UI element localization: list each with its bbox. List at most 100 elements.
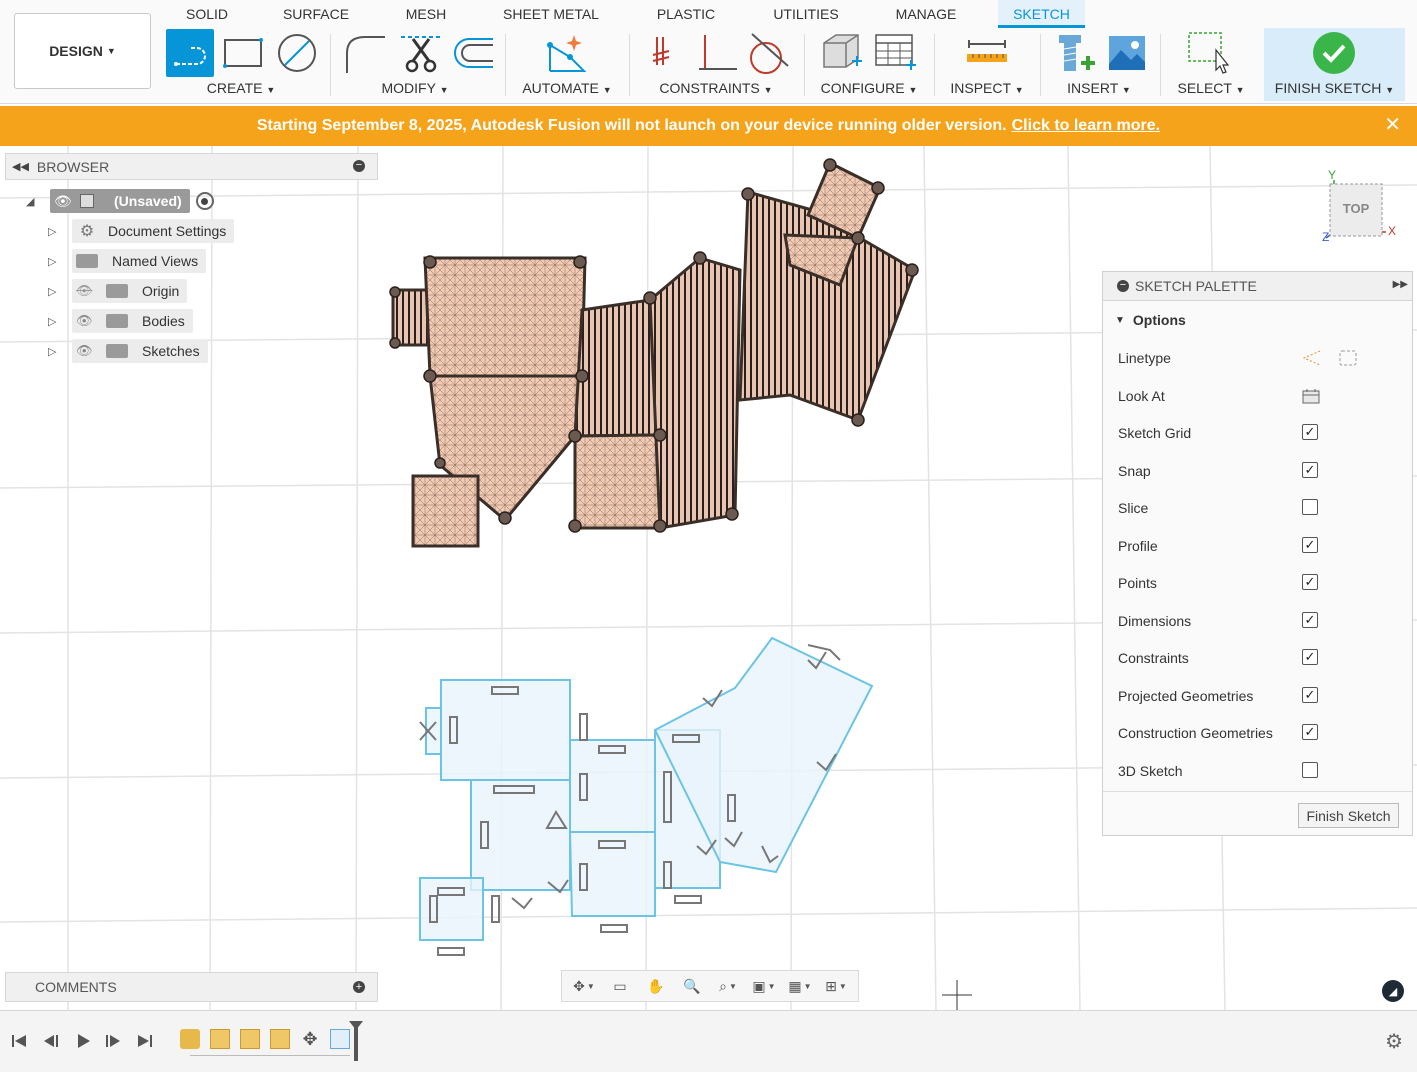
expand-triangle-icon[interactable]: ▷ [48,225,62,239]
construction-linetype-icon[interactable] [1302,349,1322,367]
go-to-start-icon[interactable] [8,1031,30,1051]
viewports-icon[interactable]: ⊞ ▼ [821,974,851,998]
minimize-icon[interactable]: − [1117,280,1129,292]
browser-item-origin[interactable]: 👁 Origin [72,278,188,304]
tab-solid[interactable]: SOLID [175,0,239,28]
constraints-menu[interactable]: CONSTRAINTS ▼ [640,80,792,96]
timeline-feature-icon[interactable] [240,1029,260,1049]
workspace-switcher[interactable]: DESIGN ▼ [14,13,151,89]
gear-icon[interactable]: ⚙ [1385,1029,1403,1054]
construction-geometries-checkbox[interactable]: ✓ [1302,724,1318,740]
tab-surface[interactable]: SURFACE [276,0,356,28]
3d-sketch-checkbox[interactable] [1302,762,1318,778]
browser-title: BROWSER [36,158,110,175]
fillet-tool-button[interactable] [342,30,388,76]
line-tool-button[interactable] [166,29,214,77]
look-at-icon[interactable] [1302,388,1320,404]
points-checkbox[interactable]: ✓ [1302,574,1318,590]
insert-mcmaster-button[interactable] [1052,30,1098,76]
play-icon[interactable] [72,1031,94,1051]
grid-settings-icon[interactable]: ▦ ▼ [785,974,815,998]
perpendicular-tool-button[interactable] [694,30,740,76]
insert-canvas-button[interactable] [1104,30,1150,76]
expand-triangle-icon[interactable]: ▷ [48,345,62,359]
expand-triangle-icon[interactable]: ▷ [48,285,62,299]
configure-tool-button[interactable] [818,30,864,76]
select-tool-button[interactable] [1186,30,1232,76]
snap-checkbox[interactable]: ✓ [1302,462,1318,478]
projected-geometries-checkbox[interactable]: ✓ [1302,687,1318,703]
go-to-end-icon[interactable] [134,1031,156,1051]
coincident-tool-button[interactable] [640,30,686,76]
activate-radio-icon[interactable] [195,192,214,210]
modify-menu[interactable]: MODIFY ▼ [342,80,488,96]
timeline-feature-icon[interactable] [210,1029,230,1049]
view-cube-face-label[interactable]: TOP [1330,201,1382,216]
constraints-checkbox[interactable]: ✓ [1302,649,1318,665]
browser-item-document-settings[interactable]: ⚙ Document Settings [72,218,235,244]
options-section-header[interactable]: ▼ Options [1115,312,1186,328]
select-menu[interactable]: SELECT ▼ [1170,80,1252,96]
rectangle-tool-button[interactable] [220,30,266,76]
collapse-browser-icon[interactable]: ◀◀ [12,160,29,173]
automate-tool-button[interactable] [544,30,590,76]
sketch-grid-checkbox[interactable]: ✓ [1302,424,1318,440]
move-feature-icon[interactable]: ✥ [300,1029,320,1049]
orbit-icon[interactable]: ✥ ▼ [569,974,599,998]
fit-icon[interactable]: ⌕ ▼ [713,974,743,998]
look-at-icon[interactable]: ▭ [605,974,635,998]
browser-item-named-views[interactable]: Named Views [72,248,207,274]
tab-utilities[interactable]: UTILITIES [766,0,846,28]
browser-item-bodies[interactable]: 👁 Bodies [72,308,193,334]
offset-tool-button[interactable] [450,30,496,76]
step-forward-icon[interactable] [102,1031,124,1051]
sketch-feature-icon[interactable] [330,1029,350,1049]
expand-panel-icon[interactable]: ▶▶ [1393,279,1408,290]
view-cube[interactable]: TOP Y X Z [1320,168,1400,248]
eye-icon[interactable]: 👁 [54,193,74,210]
add-comment-icon[interactable]: + [353,981,365,993]
slice-checkbox[interactable] [1302,499,1318,515]
close-icon[interactable]: ✕ [1384,114,1401,136]
zoom-icon[interactable]: 🔍 [677,974,707,998]
measure-tool-button[interactable] [964,30,1010,76]
timeline-feature-icon[interactable] [270,1029,290,1049]
assistant-icon[interactable]: ◢ [1382,980,1404,1002]
circle-tool-button[interactable] [274,30,320,76]
insert-menu[interactable]: INSERT ▼ [1052,80,1146,96]
pan-icon[interactable]: ✋ [641,974,671,998]
step-back-icon[interactable] [40,1031,62,1051]
profile-checkbox[interactable]: ✓ [1302,537,1318,553]
banner-learn-more-link[interactable]: Click to learn more. [1012,117,1161,135]
browser-root-item[interactable]: 👁 (Unsaved) [50,188,214,214]
eye-icon[interactable]: 👁 [76,343,98,359]
hidden-eye-icon[interactable]: 👁 [76,283,98,299]
tab-sheet-metal[interactable]: SHEET METAL [497,0,605,28]
expanded-triangle-icon[interactable]: ◢ [26,195,40,209]
create-menu[interactable]: CREATE ▼ [166,80,316,96]
browser-item-sketches[interactable]: 👁 Sketches [72,338,208,364]
display-settings-icon[interactable]: ▣ ▼ [749,974,779,998]
dimensions-checkbox[interactable]: ✓ [1302,612,1318,628]
folder-icon [76,254,98,268]
finish-sketch-menu[interactable]: FINISH SKETCH ▼ [1264,80,1405,96]
tangent-tool-button[interactable] [746,30,792,76]
inspect-menu[interactable]: INSPECT ▼ [944,80,1030,96]
automate-menu[interactable]: AUTOMATE ▼ [515,80,619,96]
expand-triangle-icon[interactable]: ▷ [48,255,62,269]
tab-mesh[interactable]: MESH [396,0,456,28]
minimize-icon[interactable]: − [353,160,365,172]
configure-menu[interactable]: CONFIGURE ▼ [814,80,924,96]
fillet-icon [346,36,385,73]
finish-sketch-group[interactable]: FINISH SKETCH ▼ [1264,28,1405,101]
finish-sketch-button[interactable]: Finish Sketch [1298,803,1399,828]
timeline-feature-icon[interactable] [180,1029,200,1049]
trim-tool-button[interactable] [398,30,444,76]
tab-sketch[interactable]: SKETCH [998,0,1085,28]
tab-manage[interactable]: MANAGE [889,0,963,28]
tab-plastic[interactable]: PLASTIC [648,0,724,28]
centerline-linetype-icon[interactable] [1338,349,1358,367]
expand-triangle-icon[interactable]: ▷ [48,315,62,329]
eye-icon[interactable]: 👁 [76,313,98,329]
configuration-table-button[interactable] [872,30,918,76]
